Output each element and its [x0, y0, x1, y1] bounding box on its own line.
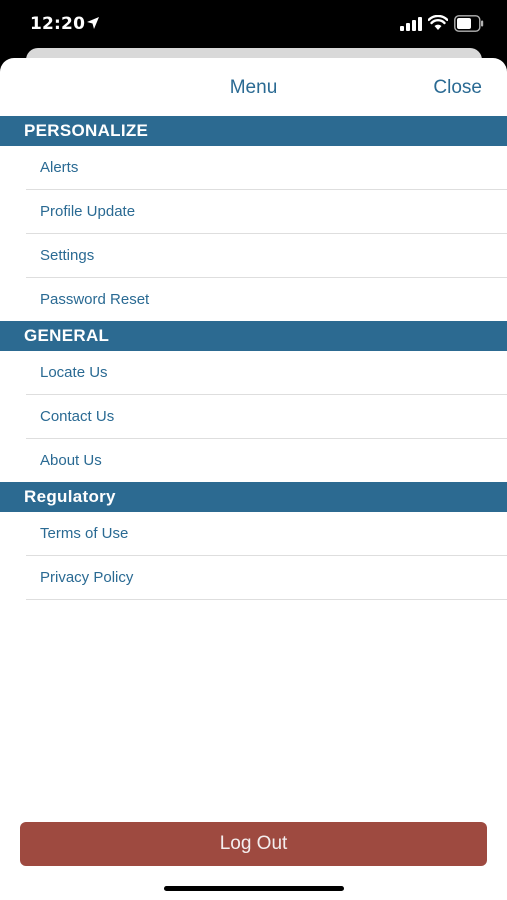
menu-item-contact-us[interactable]: Contact Us	[26, 395, 507, 439]
menu-item-password-reset[interactable]: Password Reset	[26, 278, 507, 321]
menu-item-locate-us[interactable]: Locate Us	[26, 351, 507, 395]
menu-item-profile-update[interactable]: Profile Update	[26, 190, 507, 234]
logout-button[interactable]: Log Out	[20, 822, 487, 866]
general-list: Locate Us Contact Us About Us	[0, 351, 507, 482]
section-header-general: GENERAL	[0, 321, 507, 351]
menu-item-about-us[interactable]: About Us	[26, 439, 507, 482]
sheet-header: Menu Close	[0, 58, 507, 116]
page-title: Menu	[229, 77, 278, 98]
home-indicator[interactable]	[164, 886, 344, 891]
menu-item-alerts[interactable]: Alerts	[26, 146, 507, 190]
wifi-icon	[428, 15, 448, 30]
regulatory-list: Terms of Use Privacy Policy	[0, 512, 507, 600]
personalize-list: Alerts Profile Update Settings Password …	[0, 146, 507, 321]
section-header-regulatory: Regulatory	[0, 482, 507, 512]
cellular-signal-icon	[400, 17, 422, 31]
menu-item-privacy-policy[interactable]: Privacy Policy	[26, 556, 507, 600]
section-header-personalize: PERSONALIZE	[0, 116, 507, 146]
menu-sheet: Menu Close PERSONALIZE Alerts Profile Up…	[0, 58, 507, 900]
menu-item-terms-of-use[interactable]: Terms of Use	[26, 512, 507, 556]
location-arrow-icon	[87, 17, 99, 29]
status-time: 12:20	[30, 14, 86, 34]
battery-icon	[454, 15, 484, 32]
menu-item-settings[interactable]: Settings	[26, 234, 507, 278]
close-button[interactable]: Close	[433, 77, 482, 99]
status-bar: 12:20	[0, 0, 507, 50]
